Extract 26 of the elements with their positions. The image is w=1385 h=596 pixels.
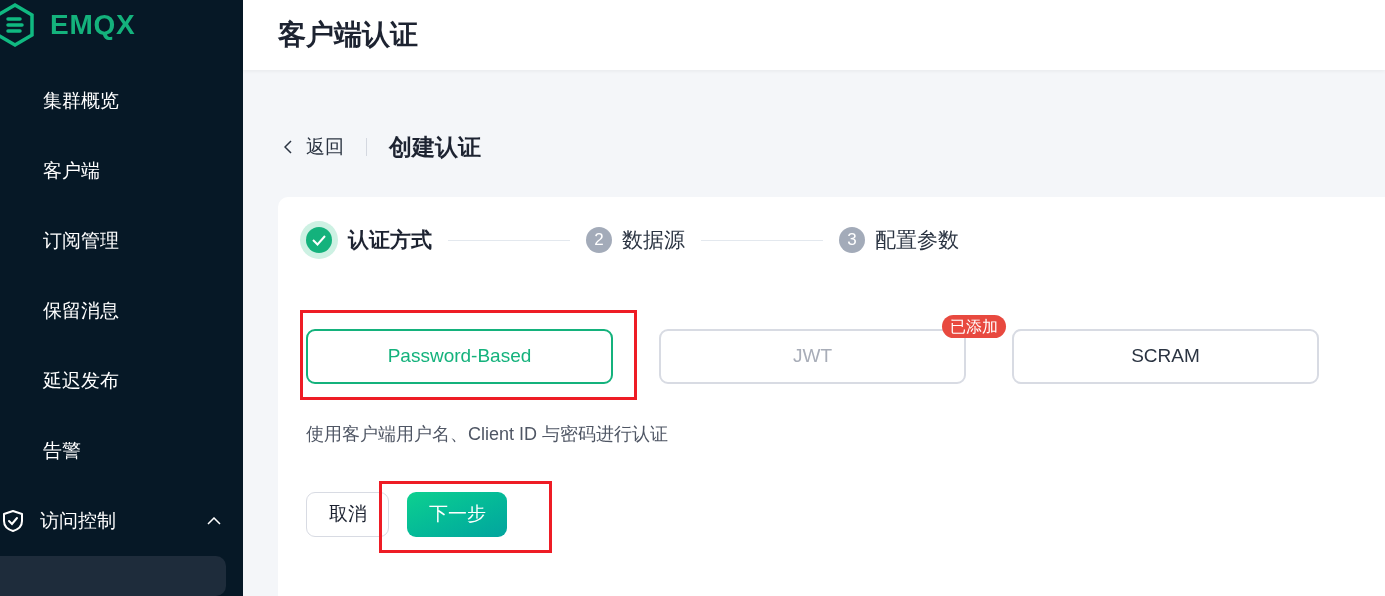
logo-icon [0, 1, 36, 48]
sidebar-item[interactable]: 订阅管理 [0, 206, 243, 276]
section-title: 创建认证 [389, 132, 481, 162]
sidebar-item[interactable]: 访问控制 [0, 486, 243, 556]
added-badge: 已添加 [942, 315, 1006, 338]
sidebar-item[interactable]: 延迟发布 [0, 346, 243, 416]
step-number: 3 [839, 227, 865, 253]
step-label: 认证方式 [348, 227, 432, 254]
step-label: 数据源 [622, 227, 685, 254]
option-description: 使用客户端用户名、Client ID 与密码进行认证 [305, 423, 670, 446]
cancel-button[interactable]: 取消 [306, 492, 389, 537]
submenu-item[interactable] [0, 556, 226, 596]
sidebar-item[interactable]: 告警 [0, 416, 243, 486]
caret-icon [207, 517, 221, 525]
step-label: 配置参数 [875, 227, 959, 254]
sidebar-item[interactable]: 客户端 [0, 136, 243, 206]
chevron-left-icon [284, 140, 292, 154]
back-button[interactable]: 返回 [284, 132, 344, 162]
shield-icon [2, 509, 24, 533]
page-title: 客户端认证 [278, 18, 418, 52]
check-circle-icon [300, 221, 338, 259]
brand-name: EMQX [50, 7, 136, 42]
sidebar-item[interactable]: 保留消息 [0, 276, 243, 346]
auth-option[interactable]: SCRAM [1012, 329, 1319, 384]
step-number: 2 [586, 227, 612, 253]
sidebar-item[interactable]: 集群概览 [0, 66, 243, 136]
